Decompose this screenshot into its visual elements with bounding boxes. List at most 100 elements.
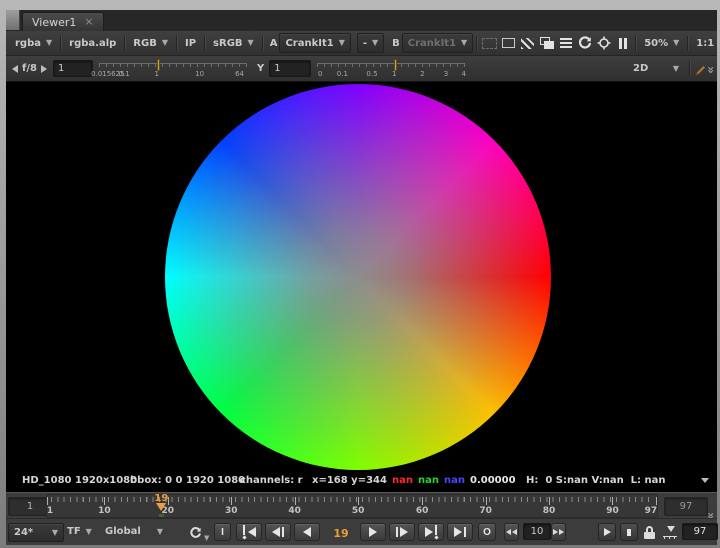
play-forward-button[interactable] xyxy=(360,523,386,541)
next-keyframe-button[interactable] xyxy=(418,523,444,541)
pane-corner-handle[interactable] xyxy=(6,10,20,30)
chevron-down-icon: ▼ xyxy=(162,39,168,47)
play-forward-icon xyxy=(369,527,377,537)
color-wheel-image xyxy=(165,84,551,470)
chevron-down-icon: ▼ xyxy=(673,39,679,47)
viewer-canvas[interactable] xyxy=(6,82,717,470)
channels-dropdown[interactable]: rgba ▼ xyxy=(10,34,57,52)
flipbook-play-button[interactable] xyxy=(598,523,616,541)
hsvl-info: H: 0 S:nan V:nan L: nan xyxy=(526,475,666,486)
wipe-icon[interactable] xyxy=(518,34,537,52)
input-a-label: A xyxy=(270,38,278,49)
next-keyframe-icon xyxy=(435,525,438,539)
jump-forward-button[interactable] xyxy=(551,523,566,541)
chevron-down-icon: ▼ xyxy=(86,528,92,536)
range-end-input[interactable] xyxy=(664,497,708,516)
tab-bar: Viewer1 × xyxy=(6,10,717,32)
zoom-level-dropdown[interactable]: 50% ▼ xyxy=(639,34,684,52)
stack-mode-icon[interactable] xyxy=(556,34,575,52)
step-forward-button[interactable] xyxy=(389,523,415,541)
gamma-slider[interactable]: 0 0.1 0.5 1 2 3 4 xyxy=(317,59,465,79)
input-b-label: B xyxy=(392,38,400,49)
input-process-button[interactable]: IP xyxy=(180,34,201,52)
start-keyframe-icon xyxy=(243,525,246,539)
info-dropdown-icon[interactable] xyxy=(701,478,709,483)
gain-input[interactable] xyxy=(53,60,93,77)
tab-title: Viewer1 xyxy=(32,16,76,29)
exposure-toolbar: f/8 0.015625 0.1 1 10 64 Y 0 0.1 0 xyxy=(6,56,717,82)
double-right-icon xyxy=(553,529,558,535)
refresh-icon[interactable] xyxy=(575,34,594,52)
jump-back-button[interactable] xyxy=(504,523,519,541)
roi-icon[interactable] xyxy=(480,34,499,52)
display-mode-dropdown[interactable]: RGB ▼ xyxy=(128,34,173,52)
nuke-viewer-window: Viewer1 × rgba ▼ rgba.alp RGB ▼ IP xyxy=(0,0,720,548)
go-to-end-button[interactable] xyxy=(447,523,473,541)
double-left-icon xyxy=(506,529,511,535)
playhead-flag-icon[interactable] xyxy=(663,526,677,539)
range-mode-dropdown[interactable]: Global ▼ xyxy=(100,523,168,540)
info-bar: HD_1080 1920x1080 bbox: 0 0 1920 1080 ch… xyxy=(6,470,717,492)
playback-loop-icon[interactable]: ▼ xyxy=(188,525,209,544)
alpha-layer-dropdown[interactable]: rgba.alp xyxy=(64,34,121,52)
compose-layers-icon[interactable] xyxy=(537,34,556,52)
timeline-row: 1 10 20 30 40 50 60 70 80 90 97 19 » xyxy=(6,492,717,518)
play-backward-icon xyxy=(303,527,311,537)
current-frame-display: 19 xyxy=(326,527,356,540)
divider xyxy=(176,36,177,51)
blue-sample-value: nan xyxy=(444,475,465,486)
tab-viewer1[interactable]: Viewer1 × xyxy=(22,12,104,31)
gate-display-icon[interactable] xyxy=(499,34,518,52)
fstop-increase-icon[interactable] xyxy=(41,65,47,73)
gain-slider[interactable]: 0.015625 0.1 1 10 64 xyxy=(99,59,247,79)
chevron-down-icon: ▼ xyxy=(339,39,345,47)
viewer-lut-dropdown[interactable]: sRGB ▼ xyxy=(208,34,259,52)
chevron-down-icon: ▼ xyxy=(204,534,209,542)
go-to-end-icon xyxy=(454,527,462,537)
frame-range-lock-button[interactable]: O xyxy=(478,523,496,541)
timeline-ruler[interactable]: 1 10 20 30 40 50 60 70 80 90 97 19 xyxy=(46,494,658,518)
viewer-toolbar: rgba ▼ rgba.alp RGB ▼ IP sRGB ▼ A xyxy=(6,31,717,56)
frame-increment-input[interactable] xyxy=(523,523,551,540)
fstop-decrease-icon[interactable] xyxy=(12,65,18,73)
chevron-down-icon: ▼ xyxy=(46,39,52,47)
expand-toolbar-icon[interactable]: » xyxy=(704,66,718,74)
chevron-down-icon: ▼ xyxy=(372,39,378,47)
last-frame-input[interactable] xyxy=(682,523,718,540)
go-to-start-button[interactable] xyxy=(236,523,262,541)
lock-icon[interactable] xyxy=(644,526,655,539)
view-mode-dropdown[interactable]: 2D ▼ xyxy=(628,60,684,78)
divider xyxy=(476,36,477,51)
step-back-icon xyxy=(272,527,280,537)
divider xyxy=(689,61,690,76)
divider xyxy=(60,36,61,51)
cursor-position: x=168 y=344 xyxy=(312,475,387,486)
divider xyxy=(635,36,636,51)
viewer-pane: Viewer1 × rgba ▼ rgba.alp RGB ▼ IP xyxy=(6,10,717,545)
pause-icon[interactable] xyxy=(613,34,632,52)
channels-info: channels: r xyxy=(240,475,303,486)
chevron-down-icon: ▼ xyxy=(461,39,467,47)
playhead-marker-icon xyxy=(156,503,166,511)
playhead-frame-label: 19 xyxy=(154,494,168,503)
red-sample-value: nan xyxy=(392,475,413,486)
divider xyxy=(262,36,263,51)
gamma-input[interactable] xyxy=(269,60,311,77)
playhead[interactable]: 19 xyxy=(154,494,168,517)
step-back-button[interactable] xyxy=(265,523,291,541)
divider xyxy=(204,36,205,51)
play-backward-button[interactable] xyxy=(294,523,320,541)
stop-button[interactable] xyxy=(620,523,638,541)
stop-icon xyxy=(627,529,631,536)
chevron-down-icon: ▼ xyxy=(52,529,58,537)
input-a-dropdown[interactable]: CrankIt1 ▼ xyxy=(279,33,350,53)
input-process-toggle-button[interactable]: I xyxy=(214,523,231,541)
compare-mode-dropdown[interactable]: - ▼ xyxy=(357,33,384,53)
timecode-mode-dropdown[interactable]: TF ▼ xyxy=(62,523,97,540)
aperture-icon[interactable] xyxy=(594,34,613,52)
fps-dropdown[interactable]: 24* ▼ xyxy=(8,523,64,542)
input-b-dropdown[interactable]: CrankIt1 ▼ xyxy=(402,33,473,53)
pixel-aspect-dropdown[interactable]: 1:1 ▼ xyxy=(691,34,720,52)
current-frame-tick xyxy=(159,514,164,517)
close-icon[interactable]: × xyxy=(84,17,93,27)
